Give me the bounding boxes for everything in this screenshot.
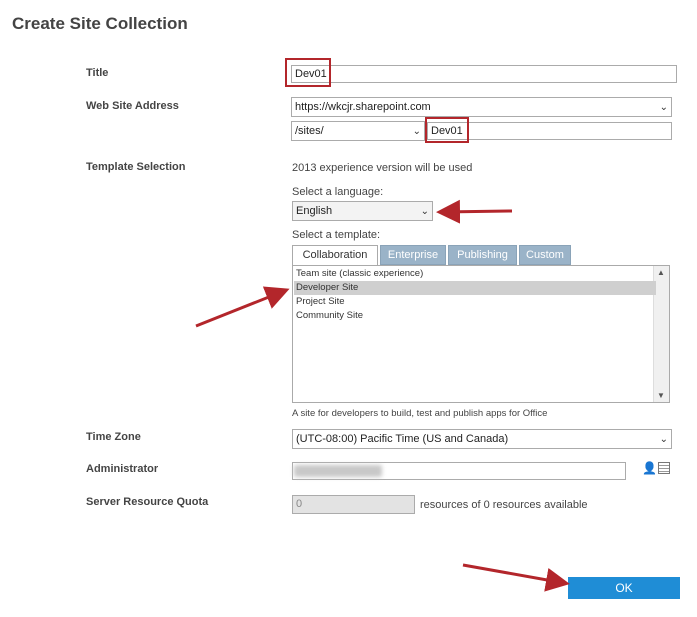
annotation-arrows [195,199,570,592]
arrow-to-ok [462,563,570,592]
arrow-to-developer-site [195,286,290,328]
arrow-to-language [436,199,513,224]
